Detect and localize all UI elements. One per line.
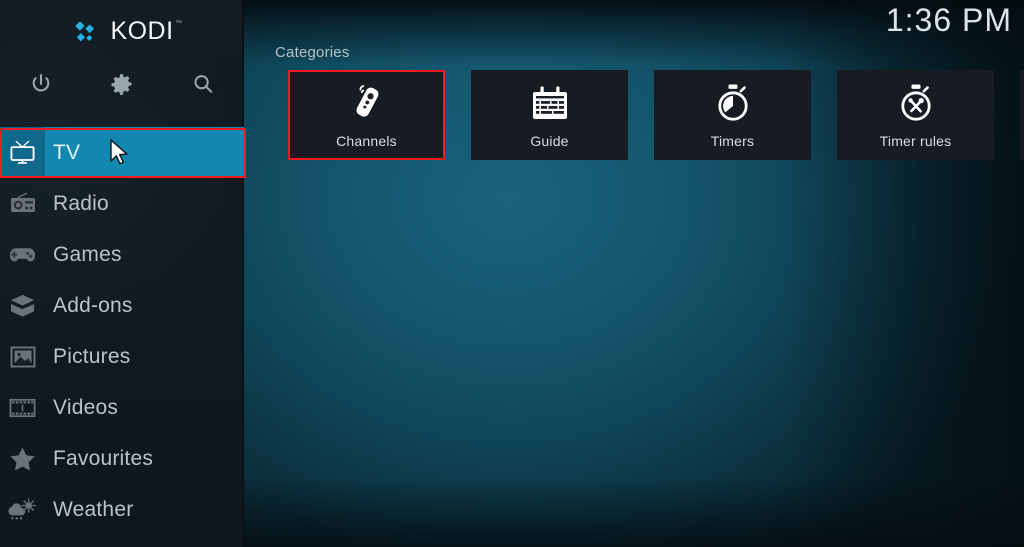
kodi-home-screen: 1:36 PM KODI ™ [0, 0, 1024, 547]
gamepad-icon [8, 244, 37, 266]
epg-calendar-icon-wrap [529, 82, 571, 124]
picture-icon [10, 345, 36, 369]
film-icon-wrap [0, 382, 45, 433]
film-icon [9, 397, 36, 419]
search-icon [191, 72, 215, 96]
kodi-logo-icon [70, 16, 100, 46]
categories-label: Categories [275, 44, 350, 61]
stopwatch-tools-icon [895, 82, 937, 124]
star-icon [9, 446, 36, 472]
tv-icon-wrap [0, 127, 45, 178]
sidebar-item-label: Radio [45, 193, 109, 214]
sidebar-item-label: Add-ons [45, 295, 133, 316]
remote-control-icon-wrap [345, 82, 389, 124]
status-clock: 1:36 PM [886, 4, 1012, 36]
gamepad-icon-wrap [0, 229, 45, 280]
category-tiles: Channels [288, 70, 1024, 160]
tile-timers[interactable]: Timers [654, 70, 811, 160]
sidebar-item-label: Videos [45, 397, 118, 418]
sidebar-item-pictures[interactable]: Pictures [0, 331, 244, 382]
tile-timer-rules[interactable]: Timer rules [837, 70, 994, 160]
epg-calendar-icon [529, 84, 571, 124]
search-button[interactable] [163, 62, 244, 106]
sidebar-item-games[interactable]: Games [0, 229, 244, 280]
radio-icon-wrap [0, 178, 45, 229]
sidebar-item-label: TV [45, 142, 80, 163]
sidebar-item-videos[interactable]: Videos [0, 382, 244, 433]
stopwatch-icon-wrap [712, 82, 754, 124]
sidebar-menu: TV Radio [0, 127, 244, 535]
tile-label: Channels [336, 134, 397, 148]
sidebar-item-addons[interactable]: Add-ons [0, 280, 244, 331]
stopwatch-tools-icon-wrap [895, 82, 937, 124]
sidebar-item-favourites[interactable]: Favourites [0, 433, 244, 484]
remote-control-icon [345, 80, 389, 124]
sidebar-item-tv[interactable]: TV [0, 127, 244, 178]
radio-icon [9, 192, 37, 216]
tile-guide[interactable]: Guide [471, 70, 628, 160]
tile-search[interactable]: Se [1020, 70, 1024, 160]
tile-channels[interactable]: Channels [288, 70, 445, 160]
sidebar-top-icons [0, 62, 244, 106]
gear-icon [109, 72, 134, 97]
sidebar-item-label: Games [45, 244, 122, 265]
sidebar: KODI ™ [0, 0, 244, 547]
sidebar-item-label: Weather [45, 499, 133, 520]
box-icon-wrap [0, 280, 45, 331]
weather-icon-wrap [0, 484, 45, 535]
power-icon [29, 72, 53, 96]
sidebar-item-radio[interactable]: Radio [0, 178, 244, 229]
stopwatch-icon [712, 82, 754, 124]
tile-label: Guide [530, 134, 568, 148]
settings-button[interactable] [81, 62, 162, 106]
sidebar-item-label: Pictures [45, 346, 130, 367]
background-bottom-vignette [244, 477, 1024, 547]
picture-icon-wrap [0, 331, 45, 382]
box-icon [9, 293, 36, 319]
sidebar-item-label: Favourites [45, 448, 153, 469]
trademark-symbol: ™ [175, 20, 183, 27]
app-name-text: KODI [110, 17, 173, 45]
power-button[interactable] [0, 62, 81, 106]
app-logo: KODI ™ [0, 10, 244, 52]
tv-icon [9, 140, 36, 165]
star-icon-wrap [0, 433, 45, 484]
weather-icon [8, 498, 37, 522]
sidebar-item-weather[interactable]: Weather [0, 484, 244, 535]
tile-label: Timer rules [880, 134, 952, 148]
tile-label: Timers [711, 134, 754, 148]
app-name: KODI ™ [110, 19, 173, 44]
